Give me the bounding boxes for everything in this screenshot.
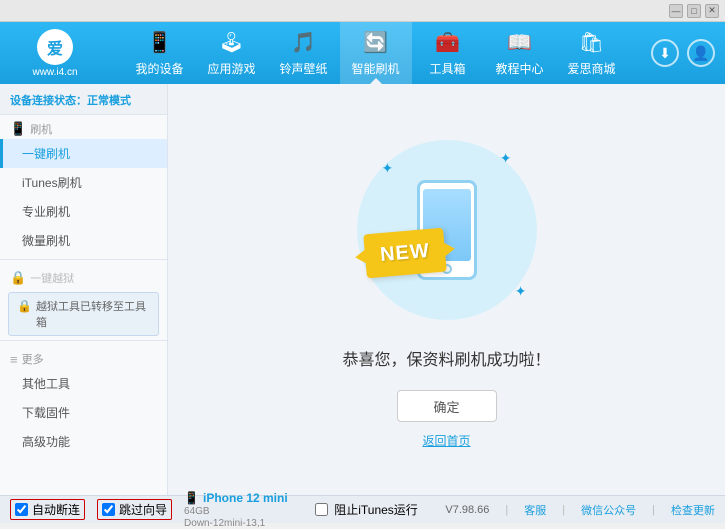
nav-shop[interactable]: 🛍 爱思商城 [556, 22, 628, 84]
flash-section-label: 刷机 [30, 121, 52, 137]
nav-smart-flash-icon: 🔄 [363, 30, 389, 56]
nav-my-device-label: 我的设备 [135, 60, 183, 77]
skip-wizard-label: 跳过向导 [119, 501, 167, 518]
bottom-bar: 自动断连 跳过向导 📱 iPhone 12 mini 64GB Down-12m… [0, 495, 725, 523]
jailbreak-section-icon: 🔒 [10, 270, 26, 286]
content-area: NEW ✦ ✦ ✦ 恭喜您，保资料刷机成功啦！ 确定 返回首页 [168, 84, 725, 495]
sidebar-item-micro-label: 微量刷机 [22, 232, 70, 249]
sidebar-item-itunes-label: iTunes刷机 [22, 174, 82, 191]
divider-2 [0, 340, 167, 341]
star-icon-2: ✦ [500, 150, 512, 167]
nav-toolbox-label: 工具箱 [429, 60, 465, 77]
more-section-label: 更多 [22, 351, 44, 367]
nav-tutorial-label: 教程中心 [495, 60, 543, 77]
maximize-button[interactable]: □ [687, 4, 701, 18]
nav-tutorial[interactable]: 📖 教程中心 [484, 22, 556, 84]
device-phone-icon: 📱 [184, 491, 199, 505]
jailbreak-section-label: 一键越狱 [30, 270, 74, 286]
success-message: 恭喜您，保资料刷机成功啦！ [342, 346, 550, 370]
nav-app-game-icon: 🕹 [219, 30, 245, 56]
stop-itunes-label: 阻止iTunes运行 [334, 501, 418, 518]
main-area: 设备连接状态：正常模式 📱 刷机 一键刷机 iTunes刷机 专业刷机 微量刷机… [0, 84, 725, 495]
sidebar-item-pro[interactable]: 专业刷机 [0, 197, 167, 226]
sidebar-section-jailbreak: 🔒 一键越狱 [0, 264, 167, 288]
logo-icon: 爱 [37, 29, 73, 65]
sidebar-item-download-firmware-label: 下载固件 [22, 404, 70, 421]
nav-right: ⬇ 👤 [651, 39, 715, 67]
update-link[interactable]: 检查更新 [671, 502, 715, 518]
nav-app-game[interactable]: 🕹 应用游戏 [196, 22, 268, 84]
auto-disconnect-label: 自动断连 [32, 501, 80, 518]
sidebar-item-other-tools-label: 其他工具 [22, 375, 70, 392]
jailbreak-info-box: 🔒 越狱工具已转移至工具箱 [8, 292, 159, 336]
sidebar: 设备连接状态：正常模式 📱 刷机 一键刷机 iTunes刷机 专业刷机 微量刷机… [0, 84, 168, 495]
device-storage: 64GB [184, 506, 288, 517]
skip-wizard-checkbox[interactable]: 跳过向导 [97, 499, 172, 520]
nav-ringtone[interactable]: 🎵 铃声壁纸 [268, 22, 340, 84]
jailbreak-lock-icon: 🔒 [17, 299, 32, 313]
divider-1 [0, 259, 167, 260]
nav-toolbox[interactable]: 🧰 工具箱 [412, 22, 484, 84]
device-name-text: iPhone 12 mini [203, 491, 288, 505]
star-icon-1: ✦ [382, 160, 394, 177]
download-button[interactable]: ⬇ [651, 39, 679, 67]
nav-my-device-icon: 📱 [147, 30, 173, 56]
sidebar-section-more: ≡ 更多 [0, 345, 167, 369]
sidebar-status-label: 设备连接状态： [10, 95, 87, 107]
sidebar-item-itunes[interactable]: iTunes刷机 [0, 168, 167, 197]
title-bar: — □ ✕ [0, 0, 725, 22]
device-system: Down-12mini-13,1 [184, 518, 288, 529]
service-link[interactable]: 客服 [524, 502, 546, 518]
user-button[interactable]: 👤 [687, 39, 715, 67]
sidebar-status: 设备连接状态：正常模式 [0, 84, 167, 115]
sidebar-item-pro-label: 专业刷机 [22, 203, 70, 220]
top-nav: 爱 www.i4.cn 📱 我的设备 🕹 应用游戏 🎵 铃声壁纸 🔄 智能刷机 … [0, 22, 725, 84]
bottom-right: V7.98.66 | 客服 | 微信公众号 | 检查更新 [445, 502, 715, 518]
wechat-link[interactable]: 微信公众号 [581, 502, 636, 518]
nav-items: 📱 我的设备 🕹 应用游戏 🎵 铃声壁纸 🔄 智能刷机 🧰 工具箱 📖 教程中心… [100, 22, 651, 84]
version-text: V7.98.66 [445, 504, 489, 516]
jailbreak-info-text: 越狱工具已转移至工具箱 [36, 298, 150, 330]
logo: 爱 www.i4.cn [10, 29, 100, 78]
skip-wizard-input[interactable] [102, 503, 115, 516]
auto-disconnect-checkbox[interactable]: 自动断连 [10, 499, 85, 520]
close-button[interactable]: ✕ [705, 4, 719, 18]
nav-ringtone-label: 铃声壁纸 [279, 60, 327, 77]
illus-ribbon: NEW [363, 228, 447, 279]
sidebar-item-advanced-label: 高级功能 [22, 433, 70, 450]
sidebar-item-onekey[interactable]: 一键刷机 [0, 139, 167, 168]
sidebar-item-micro[interactable]: 微量刷机 [0, 226, 167, 255]
device-name-row: 📱 iPhone 12 mini [184, 491, 288, 505]
confirm-button[interactable]: 确定 [397, 390, 497, 422]
logo-url: www.i4.cn [32, 67, 77, 78]
more-section-icon: ≡ [10, 352, 18, 367]
sidebar-item-onekey-label: 一键刷机 [22, 145, 70, 162]
sidebar-section-flash: 📱 刷机 [0, 115, 167, 139]
nav-ringtone-icon: 🎵 [291, 30, 317, 56]
sidebar-status-value: 正常模式 [87, 95, 131, 107]
sidebar-item-advanced[interactable]: 高级功能 [0, 427, 167, 456]
sidebar-item-other-tools[interactable]: 其他工具 [0, 369, 167, 398]
nav-my-device[interactable]: 📱 我的设备 [124, 22, 196, 84]
nav-tutorial-icon: 📖 [507, 30, 533, 56]
success-illustration: NEW ✦ ✦ ✦ [347, 130, 547, 330]
nav-smart-flash-label: 智能刷机 [351, 60, 399, 77]
auto-disconnect-input[interactable] [15, 503, 28, 516]
stop-itunes-area: 阻止iTunes运行 [315, 501, 418, 518]
star-icon-3: ✦ [515, 283, 527, 300]
new-badge-text: NEW [379, 239, 430, 266]
nav-app-game-label: 应用游戏 [207, 60, 255, 77]
flash-section-icon: 📱 [10, 121, 26, 137]
back-link[interactable]: 返回首页 [422, 432, 470, 449]
nav-shop-icon: 🛍 [579, 30, 605, 56]
minimize-button[interactable]: — [669, 4, 683, 18]
stop-itunes-checkbox[interactable] [315, 503, 328, 516]
nav-smart-flash[interactable]: 🔄 智能刷机 [340, 22, 412, 84]
sidebar-item-download-firmware[interactable]: 下载固件 [0, 398, 167, 427]
nav-toolbox-icon: 🧰 [435, 30, 461, 56]
nav-shop-label: 爱思商城 [567, 60, 615, 77]
